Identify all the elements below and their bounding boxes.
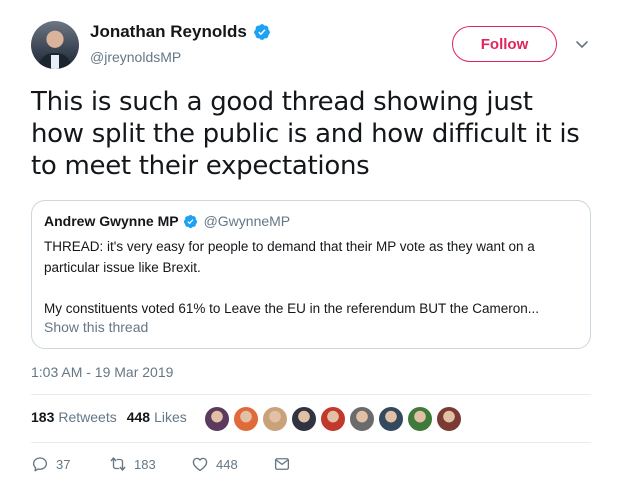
action-bar: 37 183 448	[31, 455, 291, 473]
verified-badge-icon	[183, 214, 197, 228]
divider	[31, 442, 591, 443]
quoted-author-handle: @GwynneMP	[203, 213, 291, 229]
liker-avatar[interactable]	[203, 405, 231, 433]
quoted-paragraph: My constituents voted 61% to Leave the E…	[44, 301, 540, 316]
avatar-shirt	[51, 55, 59, 69]
follow-button[interactable]: Follow	[452, 26, 557, 62]
liker-avatar[interactable]	[377, 405, 405, 433]
verified-badge-icon	[253, 24, 270, 40]
author-avatar[interactable]	[31, 21, 79, 69]
direct-message-button[interactable]	[273, 455, 291, 473]
retweets-count[interactable]: 183	[31, 409, 54, 425]
retweets-label[interactable]: Retweets	[58, 409, 116, 425]
quoted-author-name: Andrew Gwynne MP	[44, 213, 179, 229]
liker-avatar[interactable]	[232, 405, 260, 433]
quoted-tweet-card[interactable]: Andrew Gwynne MP @GwynneMP THREAD: it's …	[31, 200, 591, 349]
liker-avatar[interactable]	[406, 405, 434, 433]
show-thread-link[interactable]: Show this thread	[44, 319, 148, 335]
retweet-button[interactable]: 183	[109, 455, 191, 473]
liker-avatar[interactable]	[435, 405, 463, 433]
liker-avatar[interactable]	[319, 405, 347, 433]
quoted-paragraph: THREAD: it's very easy for people to dem…	[44, 239, 535, 275]
likes-label[interactable]: Likes	[154, 409, 187, 425]
tweet-text: This is such a good thread showing just …	[31, 87, 580, 181]
likes-count[interactable]: 448	[127, 409, 150, 425]
divider	[31, 394, 591, 395]
quoted-tweet-header: Andrew Gwynne MP @GwynneMP	[44, 213, 290, 229]
reply-icon	[32, 457, 48, 472]
quoted-tweet-body: THREAD: it's very easy for people to dem…	[44, 236, 574, 319]
liker-avatar[interactable]	[261, 405, 289, 433]
liker-avatars	[203, 405, 463, 433]
reply-button[interactable]: 37	[31, 455, 109, 473]
envelope-icon	[274, 458, 290, 470]
reply-count: 37	[56, 456, 71, 472]
retweet-count: 183	[134, 456, 156, 472]
like-count: 448	[216, 456, 238, 472]
liker-avatar[interactable]	[290, 405, 318, 433]
retweet-icon	[110, 457, 126, 471]
author-name-line[interactable]: Jonathan Reynolds	[90, 22, 271, 42]
author-display-name[interactable]: Jonathan Reynolds	[90, 22, 247, 42]
liker-avatar[interactable]	[348, 405, 376, 433]
author-handle[interactable]: @jreynoldsMP	[90, 49, 181, 65]
tweet-timestamp[interactable]: 1:03 AM - 19 Mar 2019	[31, 364, 173, 380]
like-button[interactable]: 448	[191, 455, 273, 473]
chevron-down-icon[interactable]	[574, 36, 590, 52]
engagement-stats: 183 Retweets 448 Likes	[31, 409, 197, 425]
heart-icon	[192, 457, 208, 472]
